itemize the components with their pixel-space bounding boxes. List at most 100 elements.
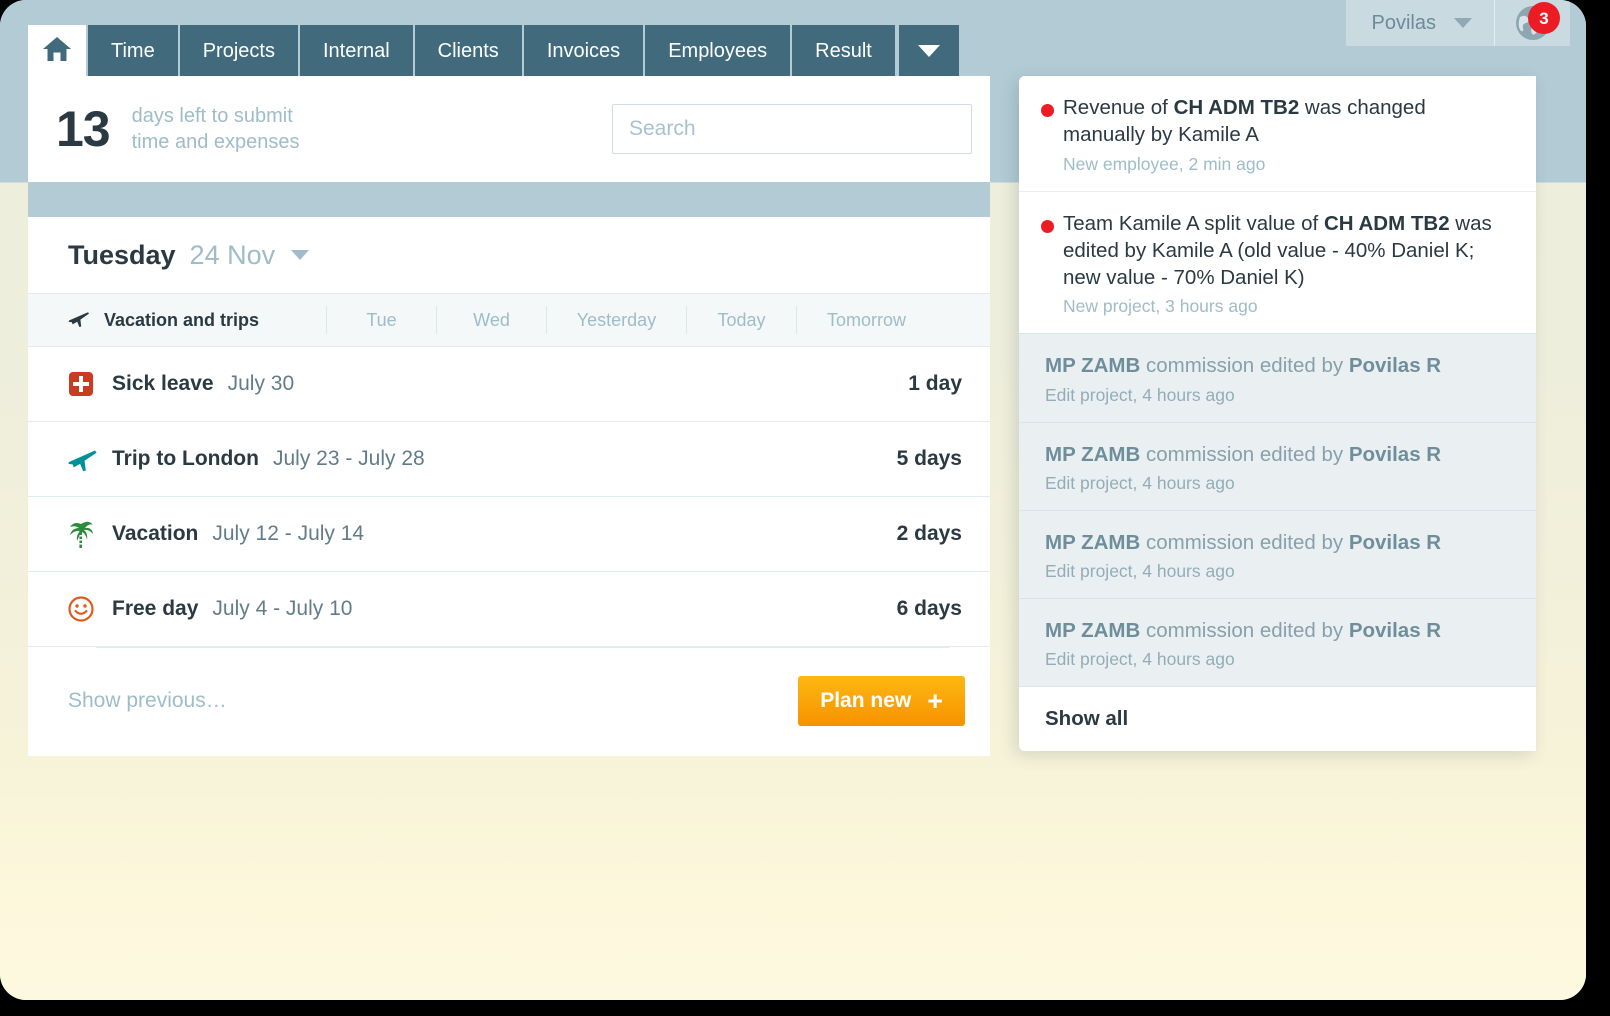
section-divider — [28, 182, 990, 217]
notification-entity: CH ADM TB2 — [1174, 96, 1300, 119]
tab-internal[interactable]: Internal — [300, 25, 415, 76]
notification-text-post: commission edited by — [1140, 354, 1349, 377]
notification-actor: Povilas R — [1349, 531, 1441, 554]
notification-item[interactable]: MP ZAMB commission edited by Povilas R E… — [1019, 598, 1536, 686]
airplane-icon — [68, 446, 112, 472]
card-footer: Show previous… Plan new + — [28, 648, 990, 754]
notification-text: MP ZAMB commission edited by Povilas R — [1045, 441, 1510, 468]
tab-label: Invoices — [547, 41, 620, 61]
days-left-text: days left to submit time and expenses — [132, 103, 300, 156]
days-left-line-1: days left to submit — [132, 103, 300, 129]
notification-text-pre: Team Kamile A split value of — [1063, 212, 1324, 235]
daycol-today[interactable]: Today — [686, 306, 796, 334]
browser-window: Time Projects Internal Clients Invoices … — [0, 0, 1586, 1000]
day-weekday-label: Tuesday — [68, 240, 176, 271]
unread-dot-icon — [1041, 220, 1054, 233]
daycol-tomorrow[interactable]: Tomorrow — [796, 306, 936, 334]
notification-meta: Edit project, 4 hours ago — [1045, 649, 1510, 670]
notification-meta: New employee, 2 min ago — [1063, 154, 1510, 175]
chevron-down-icon — [1454, 18, 1472, 28]
notification-meta: Edit project, 4 hours ago — [1045, 473, 1510, 494]
chevron-down-icon — [918, 45, 940, 57]
leave-row-sick-leave[interactable]: Sick leave July 30 1 day — [28, 347, 990, 422]
tab-time[interactable]: Time — [88, 25, 180, 76]
leave-dates: July 4 - July 10 — [212, 597, 352, 621]
airplane-icon — [68, 308, 90, 333]
submit-reminder-banner: 13 days left to submit time and expenses — [28, 76, 990, 182]
notification-entity: MP ZAMB — [1045, 531, 1140, 554]
notification-entity: MP ZAMB — [1045, 443, 1140, 466]
tab-more-menu[interactable] — [897, 25, 959, 76]
tab-home[interactable] — [28, 25, 88, 76]
notifications-dropdown: Revenue of CH ADM TB2 was changed manual… — [1019, 76, 1536, 751]
notifications-button[interactable]: 3 — [1494, 0, 1570, 46]
leave-dates: July 12 - July 14 — [212, 522, 364, 546]
category-header-row: Vacation and trips Tue Wed Yesterday Tod… — [28, 293, 990, 347]
leave-duration: 5 days — [897, 447, 962, 471]
user-menu-button[interactable]: Povilas — [1346, 0, 1494, 46]
category-label-group: Vacation and trips — [68, 308, 326, 333]
category-label: Vacation and trips — [104, 310, 259, 331]
tab-employees[interactable]: Employees — [645, 25, 792, 76]
daycol-tue[interactable]: Tue — [326, 306, 436, 334]
leave-name: Sick leave — [112, 372, 214, 396]
tab-clients[interactable]: Clients — [415, 25, 524, 76]
chevron-down-icon[interactable] — [291, 250, 309, 260]
notification-item[interactable]: MP ZAMB commission edited by Povilas R E… — [1019, 510, 1536, 598]
main-content-card: 13 days left to submit time and expenses… — [28, 76, 990, 756]
tab-result[interactable]: Result — [792, 25, 897, 76]
notification-item[interactable]: Revenue of CH ADM TB2 was changed manual… — [1019, 76, 1536, 191]
palm-tree-icon — [68, 519, 112, 549]
show-previous-link[interactable]: Show previous… — [68, 689, 227, 713]
notification-text: MP ZAMB commission edited by Povilas R — [1045, 352, 1510, 379]
notification-text-pre: Revenue of — [1063, 96, 1174, 119]
notification-item[interactable]: MP ZAMB commission edited by Povilas R E… — [1019, 422, 1536, 510]
viewport: Time Projects Internal Clients Invoices … — [0, 0, 1586, 1000]
user-name-label: Povilas — [1372, 12, 1436, 35]
home-icon — [42, 35, 72, 67]
day-header: Tuesday 24 Nov — [28, 217, 990, 293]
notification-item[interactable]: MP ZAMB commission edited by Povilas R E… — [1019, 333, 1536, 421]
notification-meta: New project, 3 hours ago — [1063, 296, 1510, 317]
day-panel: Tuesday 24 Nov Vacation and trips Tue — [28, 217, 990, 756]
notification-text-post: commission edited by — [1140, 443, 1349, 466]
tab-label: Clients — [438, 41, 499, 61]
plan-new-button[interactable]: Plan new + — [798, 676, 965, 726]
daycol-wed[interactable]: Wed — [436, 306, 546, 334]
notification-meta: Edit project, 4 hours ago — [1045, 561, 1510, 582]
leave-row-free-day[interactable]: Free day July 4 - July 10 6 days — [28, 572, 990, 647]
search-input[interactable] — [612, 104, 972, 154]
leave-duration: 2 days — [897, 522, 962, 546]
notification-entity: MP ZAMB — [1045, 619, 1140, 642]
notification-actor: Povilas R — [1349, 354, 1441, 377]
notification-actor: Povilas R — [1349, 619, 1441, 642]
leave-dates: July 30 — [228, 372, 295, 396]
leave-row-vacation[interactable]: Vacation July 12 - July 14 2 days — [28, 497, 990, 572]
top-navigation-bar: Time Projects Internal Clients Invoices … — [0, 0, 1586, 76]
leave-dates: July 23 - July 28 — [273, 447, 425, 471]
tab-projects[interactable]: Projects — [180, 25, 300, 76]
tab-label: Result — [815, 41, 872, 61]
tab-label: Internal — [323, 41, 390, 61]
plan-new-label: Plan new — [820, 689, 911, 713]
days-left-count: 13 — [56, 104, 110, 154]
day-date-label: 24 Nov — [190, 240, 276, 271]
tab-label: Time — [111, 41, 155, 61]
leave-name: Vacation — [112, 522, 198, 546]
notification-actor: Povilas R — [1349, 443, 1441, 466]
notification-item[interactable]: Team Kamile A split value of CH ADM TB2 … — [1019, 191, 1536, 334]
notification-text: MP ZAMB commission edited by Povilas R — [1045, 529, 1510, 556]
leave-name: Free day — [112, 597, 198, 621]
tab-label: Employees — [668, 41, 767, 61]
leave-row-trip-to-london[interactable]: Trip to London July 23 - July 28 5 days — [28, 422, 990, 497]
search-container — [612, 104, 972, 154]
leave-duration: 6 days — [897, 597, 962, 621]
tab-invoices[interactable]: Invoices — [524, 25, 645, 76]
account-area: Povilas 3 — [1346, 0, 1570, 46]
show-all-notifications-link[interactable]: Show all — [1019, 686, 1536, 751]
unread-dot-icon — [1041, 104, 1054, 117]
notification-text: Team Kamile A split value of CH ADM TB2 … — [1063, 210, 1510, 292]
notification-entity: CH ADM TB2 — [1324, 212, 1450, 235]
daycol-yesterday[interactable]: Yesterday — [546, 306, 686, 334]
notification-text-post: commission edited by — [1140, 619, 1349, 642]
